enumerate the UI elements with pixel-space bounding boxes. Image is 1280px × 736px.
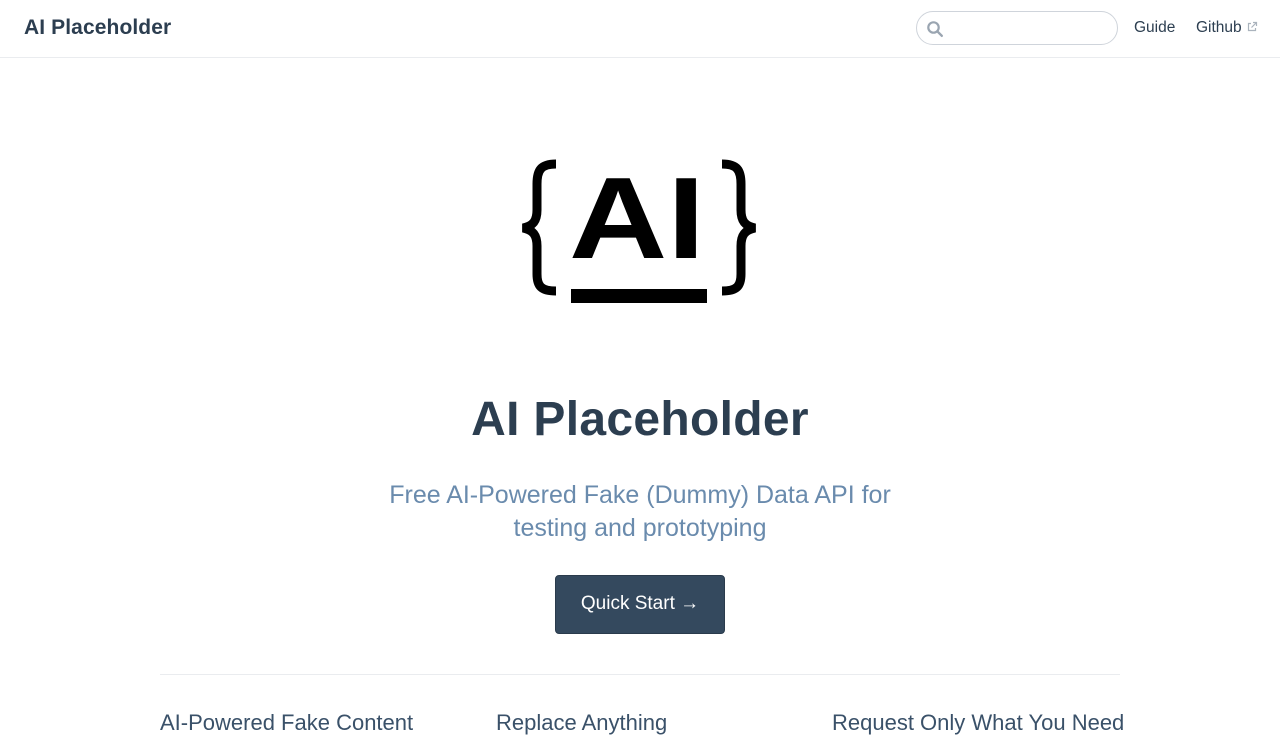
logo-underline: [571, 289, 707, 303]
search-input[interactable]: [949, 18, 1109, 38]
nav-link-github-label: Github: [1196, 19, 1242, 36]
feature-title: Replace Anything: [496, 710, 668, 735]
quick-start-button[interactable]: Quick Start →: [555, 575, 725, 634]
logo-right-brace-icon: [721, 159, 757, 296]
feature-title: AI-Powered Fake Content: [160, 710, 414, 735]
external-link-icon: [1247, 21, 1257, 32]
logo-left-brace-icon: [521, 159, 557, 296]
divider: [160, 674, 1120, 675]
feature-title: Request Only What You Need: [832, 710, 1125, 735]
logo-text: AI: [569, 158, 705, 283]
navbar: AI Placeholder Guide Github: [0, 0, 1280, 58]
hero-description: Free AI-Powered Fake (Dummy) Data API fo…: [389, 481, 891, 542]
nav-link-guide[interactable]: Guide: [1134, 19, 1175, 37]
search-box[interactable]: [916, 11, 1118, 45]
hero-logo: AI: [521, 158, 757, 303]
nav-link-github[interactable]: Github: [1196, 19, 1258, 37]
site-name-link[interactable]: AI Placeholder: [24, 16, 171, 40]
search-icon: [927, 21, 944, 38]
hero-title: AI Placeholder: [471, 393, 809, 446]
